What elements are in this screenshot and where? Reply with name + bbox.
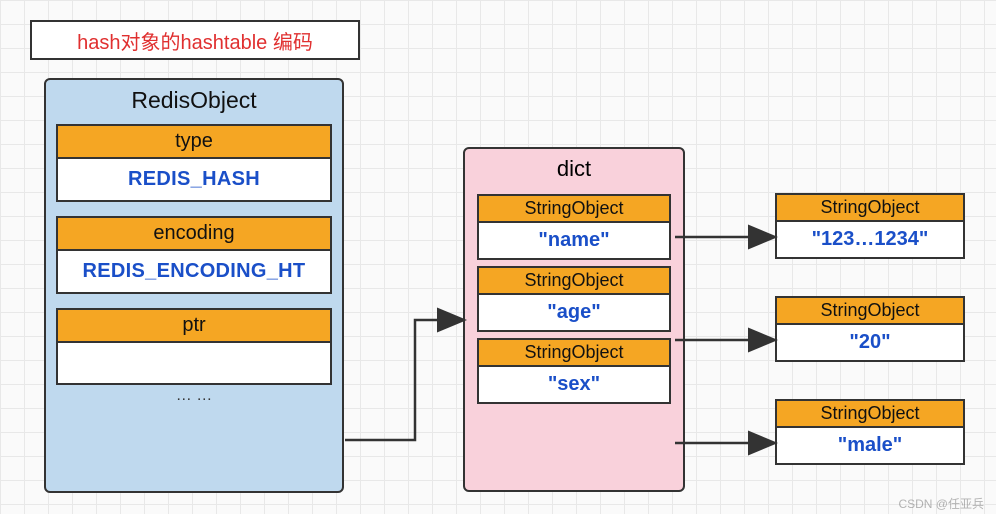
value-sex-box: StringObject "male": [775, 399, 965, 465]
value-age-box: StringObject "20": [775, 296, 965, 362]
type-block: type REDIS_HASH: [56, 124, 332, 202]
value-header: StringObject: [775, 399, 965, 426]
dict-key-name: StringObject "name": [477, 194, 671, 260]
dict-key-value: "age": [477, 293, 671, 332]
type-value: REDIS_HASH: [56, 157, 332, 202]
dict-key-age: StringObject "age": [477, 266, 671, 332]
dict-key-value: "name": [477, 221, 671, 260]
redis-object-header: RedisObject: [131, 84, 256, 120]
redis-ellipsis: … …: [176, 385, 212, 405]
value-text: "123…1234": [775, 220, 965, 259]
encoding-value: REDIS_ENCODING_HT: [56, 249, 332, 294]
dict-key-sex: StringObject "sex": [477, 338, 671, 404]
value-header: StringObject: [775, 296, 965, 323]
watermark: CSDN @任亚兵: [898, 495, 984, 512]
dict-header: dict: [557, 153, 591, 188]
value-text: "20": [775, 323, 965, 362]
value-text: "male": [775, 426, 965, 465]
diagram-title-box: hash对象的hashtable 编码: [30, 20, 360, 60]
encoding-block: encoding REDIS_ENCODING_HT: [56, 216, 332, 294]
dict-key-header: StringObject: [477, 338, 671, 365]
encoding-label: encoding: [56, 216, 332, 249]
ptr-label: ptr: [56, 308, 332, 341]
dict-key-header: StringObject: [477, 194, 671, 221]
dict-key-header: StringObject: [477, 266, 671, 293]
dict-key-value: "sex": [477, 365, 671, 404]
value-name-box: StringObject "123…1234": [775, 193, 965, 259]
ptr-value: [56, 341, 332, 385]
value-header: StringObject: [775, 193, 965, 220]
dict-panel: dict StringObject "name" StringObject "a…: [463, 147, 685, 492]
type-label: type: [56, 124, 332, 157]
ptr-block: ptr: [56, 308, 332, 385]
diagram-title-text: hash对象的hashtable 编码: [77, 26, 313, 55]
redis-object-panel: RedisObject type REDIS_HASH encoding RED…: [44, 78, 344, 493]
